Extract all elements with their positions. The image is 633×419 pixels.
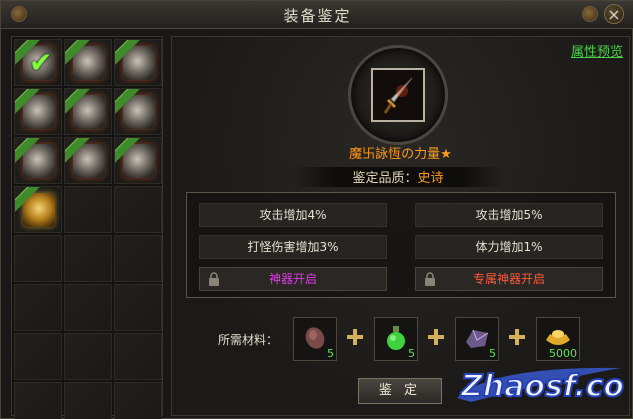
plus-icon — [347, 329, 363, 345]
quality-bar: 鉴定品质：史诗 — [292, 167, 504, 187]
inventory-slot[interactable] — [114, 186, 162, 233]
material-slot-potion[interactable]: 5 — [374, 317, 418, 361]
materials-label: 所需材料： — [218, 333, 279, 347]
inventory-slot[interactable] — [64, 137, 112, 184]
quality-label: 鉴定品质： — [352, 171, 418, 186]
window-title: 装备鉴定 — [283, 7, 352, 25]
artifact-unlock-label: 神器开启 — [268, 272, 317, 286]
title-bar[interactable]: 装备鉴定 × — [1, 1, 633, 29]
artifact-unlock-button[interactable]: 神器开启 — [199, 267, 387, 291]
material-count: 5 — [327, 347, 334, 360]
inventory-slot[interactable] — [14, 333, 62, 380]
inventory-grid: ✔ — [11, 36, 163, 419]
equipment-identify-window: 装备鉴定 × ✔ 属性预览 魔卐詠恆の力量★ 鉴定品质：史诗 攻击增加4% 攻击… — [0, 0, 633, 419]
material-slot-crystal[interactable]: 5 — [455, 317, 499, 361]
identify-button[interactable]: 鉴 定 — [358, 378, 442, 404]
lock-icon — [425, 272, 435, 286]
zhaosf-watermark-logo: Zhaosf.co — [457, 367, 625, 405]
inventory-slot[interactable] — [14, 88, 62, 135]
sword-icon — [383, 77, 413, 114]
stone-icon — [305, 327, 325, 349]
identify-item-slot[interactable] — [371, 68, 425, 122]
exclusive-artifact-unlock-button[interactable]: 专属神器开启 — [415, 267, 603, 291]
selected-check-icon: ✔ — [29, 46, 53, 79]
attribute-preview-link[interactable]: 属性预览 — [571, 41, 623, 60]
crystal-icon — [466, 329, 489, 348]
inventory-slot[interactable] — [64, 88, 112, 135]
ornament-icon — [582, 6, 598, 22]
inventory-slot[interactable] — [114, 235, 162, 282]
material-slot-stone[interactable]: 5 — [293, 317, 337, 361]
inventory-slot[interactable] — [114, 137, 162, 184]
inventory-slot[interactable] — [114, 284, 162, 331]
plus-icon — [428, 329, 444, 345]
svg-text:Zhaosf.co: Zhaosf.co — [460, 369, 624, 404]
inventory-slot[interactable] — [14, 235, 62, 282]
inventory-slot[interactable] — [14, 137, 62, 184]
lock-icon — [209, 272, 219, 286]
inventory-slot[interactable] — [64, 284, 112, 331]
inventory-slot[interactable] — [64, 39, 112, 86]
inventory-slot[interactable] — [64, 333, 112, 380]
inventory-slot[interactable] — [114, 39, 162, 86]
inventory-slot[interactable] — [64, 382, 112, 419]
potion-icon — [387, 326, 405, 350]
inventory-slot[interactable]: ✔ — [14, 39, 62, 86]
plus-icon — [509, 329, 525, 345]
inventory-slot[interactable] — [64, 186, 112, 233]
stat-right-1: 攻击增加5% — [415, 203, 603, 227]
item-name: 魔卐詠恆の力量★ — [349, 147, 452, 162]
inventory-slot[interactable] — [64, 235, 112, 282]
stat-right-2: 体力增加1% — [415, 235, 603, 259]
stat-left-2: 打怪伤害增加3% — [199, 235, 387, 259]
close-button[interactable]: × — [604, 4, 624, 24]
exclusive-artifact-unlock-label: 专属神器开启 — [472, 272, 545, 286]
inventory-slot[interactable] — [14, 186, 62, 233]
inventory-slot[interactable] — [114, 88, 162, 135]
inventory-slot[interactable] — [14, 284, 62, 331]
inventory-slot[interactable] — [114, 382, 162, 419]
inventory-slot[interactable] — [14, 382, 62, 419]
inventory-slot[interactable] — [114, 333, 162, 380]
stats-box: 攻击增加4% 攻击增加5% 打怪伤害增加3% 体力增加1% 神器开启 专属神器开… — [186, 192, 616, 298]
material-slot-gold-ingot[interactable]: 5000 — [536, 317, 580, 361]
material-count: 5 — [408, 347, 415, 360]
quality-value: 史诗 — [417, 171, 444, 186]
stat-left-1: 攻击增加4% — [199, 203, 387, 227]
